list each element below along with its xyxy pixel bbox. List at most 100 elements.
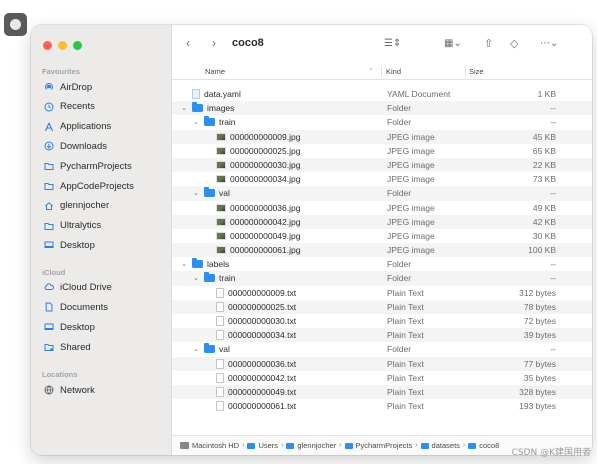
file-name: train bbox=[219, 117, 236, 128]
disclosure-chevron-icon[interactable]: ⌄ bbox=[192, 345, 200, 353]
group-icon[interactable]: ▦⌄ bbox=[444, 38, 462, 49]
sort-chevron-icon[interactable]: ⌃ bbox=[368, 67, 374, 75]
image-thumbnail-icon bbox=[216, 160, 226, 169]
file-row[interactable]: 000000000042.jpg JPEG image 42 KB bbox=[172, 214, 592, 229]
close-window-button[interactable] bbox=[43, 41, 52, 50]
sidebar-item-desktop[interactable]: Desktop bbox=[44, 320, 95, 334]
folder-icon bbox=[192, 258, 203, 269]
file-row[interactable]: 000000000042.txt Plain Text 35 bytes bbox=[172, 371, 592, 385]
sidebar-item-desktop[interactable]: Desktop bbox=[44, 238, 95, 252]
folder-row[interactable]: ⌄ images Folder -- bbox=[172, 101, 592, 116]
folder-row[interactable]: ⌄ train Folder -- bbox=[172, 115, 592, 129]
row-name-cell: data.yaml bbox=[180, 89, 241, 99]
file-kind: Plain Text bbox=[387, 316, 424, 326]
sidebar-item-shared[interactable]: Shared bbox=[44, 340, 91, 354]
image-thumbnail-icon bbox=[216, 146, 226, 155]
file-kind: Plain Text bbox=[387, 330, 424, 341]
hard-drive-icon bbox=[180, 442, 189, 449]
file-list: data.yaml YAML Document 1 KB ⌄ images Folder -… bbox=[172, 87, 592, 413]
tag-icon[interactable]: ◇ bbox=[510, 37, 518, 50]
folder-icon bbox=[44, 161, 54, 171]
sidebar-item-documents[interactable]: Documents bbox=[44, 300, 108, 314]
list-view-icon[interactable]: ☰⇕ bbox=[384, 38, 401, 49]
disclosure-chevron-icon[interactable]: ⌄ bbox=[192, 274, 200, 282]
path-segment[interactable]: PycharmProjects bbox=[356, 441, 413, 450]
sidebar-item-label: Ultralytics bbox=[60, 220, 102, 232]
sidebar-item-network[interactable]: Network bbox=[44, 383, 95, 397]
file-kind: Folder bbox=[387, 273, 412, 284]
file-size: -- bbox=[550, 259, 556, 270]
file-size: 35 bytes bbox=[523, 372, 556, 383]
file-kind: Folder bbox=[387, 103, 412, 114]
file-size: -- bbox=[550, 344, 556, 355]
row-name-cell: 000000000009.jpg bbox=[204, 132, 300, 142]
path-segment[interactable]: datasets bbox=[432, 441, 460, 450]
file-row[interactable]: 000000000049.txt Plain Text 328 bytes bbox=[172, 384, 592, 400]
sidebar-item-label: Shared bbox=[60, 341, 91, 353]
file-row[interactable]: 000000000061.jpg JPEG image 100 KB bbox=[172, 243, 592, 258]
file-row[interactable]: 000000000034.txt Plain Text 39 bytes bbox=[172, 328, 592, 343]
file-row[interactable]: 000000000030.jpg JPEG image 22 KB bbox=[172, 157, 592, 173]
file-row[interactable]: 000000000049.jpg JPEG image 30 KB bbox=[172, 229, 592, 243]
file-name: 000000000025.jpg bbox=[230, 145, 301, 156]
forward-icon[interactable]: › bbox=[212, 36, 216, 50]
file-name: 000000000049.jpg bbox=[230, 230, 301, 241]
file-row[interactable]: 000000000061.txt Plain Text 193 bytes bbox=[172, 399, 592, 413]
disclosure-chevron-icon[interactable]: ⌄ bbox=[180, 260, 188, 268]
column-size[interactable]: Size bbox=[469, 67, 484, 76]
path-segment[interactable]: coco8 bbox=[479, 441, 499, 450]
sidebar-item-downloads[interactable]: Downloads bbox=[44, 139, 107, 153]
clock-icon bbox=[44, 102, 54, 112]
file-name: val bbox=[219, 344, 230, 355]
folder-row[interactable]: ⌄ labels Folder -- bbox=[172, 257, 592, 271]
sidebar-item-airdrop[interactable]: AirDrop bbox=[44, 80, 92, 94]
path-separator-icon: › bbox=[242, 442, 245, 449]
airdrop-icon bbox=[44, 82, 54, 92]
app-badge-icon[interactable] bbox=[4, 13, 27, 36]
disclosure-chevron-icon[interactable]: ⌄ bbox=[192, 118, 200, 126]
file-row[interactable]: 000000000030.txt Plain Text 72 bytes bbox=[172, 314, 592, 328]
column-kind[interactable]: Kind bbox=[386, 67, 401, 76]
sidebar-item-appcodeprojects[interactable]: AppCodeProjects bbox=[44, 179, 134, 193]
sidebar-item-icloud-drive[interactable]: iCloud Drive bbox=[44, 280, 112, 294]
sidebar-item-ultralytics[interactable]: Ultralytics bbox=[44, 219, 101, 233]
file-row[interactable]: 000000000036.jpg JPEG image 49 KB bbox=[172, 201, 592, 215]
file-name: 000000000049.txt bbox=[228, 386, 297, 397]
file-row[interactable]: 000000000009.txt Plain Text 312 bytes bbox=[172, 286, 592, 300]
share-icon[interactable]: ⇧ bbox=[484, 37, 493, 50]
path-segment[interactable]: Users bbox=[258, 441, 278, 450]
file-row[interactable]: 000000000034.jpg JPEG image 73 KB bbox=[172, 172, 592, 186]
sidebar-item-applications[interactable]: Applications bbox=[44, 120, 111, 134]
file-row[interactable]: 000000000009.jpg JPEG image 45 KB bbox=[172, 129, 592, 144]
row-name-cell: 000000000009.txt bbox=[204, 287, 297, 298]
file-size: 328 bytes bbox=[519, 386, 556, 397]
file-row[interactable]: 000000000025.jpg JPEG image 65 KB bbox=[172, 144, 592, 158]
disclosure-chevron-icon[interactable]: ⌄ bbox=[180, 104, 188, 112]
text-file-icon bbox=[216, 287, 224, 298]
sidebar-item-label: iCloud Drive bbox=[60, 281, 112, 293]
file-name: 000000000009.txt bbox=[228, 287, 297, 298]
sidebar-item-label: Documents bbox=[60, 301, 109, 313]
sidebar-item-pycharmprojects[interactable]: PycharmProjects bbox=[44, 159, 132, 173]
more-actions-icon[interactable]: ⋯⌄ bbox=[540, 38, 558, 49]
back-icon[interactable]: ‹ bbox=[186, 36, 190, 50]
folder-row[interactable]: ⌄ val Folder -- bbox=[172, 186, 592, 201]
zoom-window-button[interactable] bbox=[73, 41, 82, 50]
file-size: -- bbox=[550, 117, 556, 128]
folder-row[interactable]: ⌄ train Folder -- bbox=[172, 271, 592, 286]
path-separator-icon: › bbox=[462, 442, 466, 449]
sidebar-item-recents[interactable]: Recents bbox=[44, 100, 95, 114]
file-size: 193 bytes bbox=[519, 401, 556, 412]
file-row[interactable]: data.yaml YAML Document 1 KB bbox=[172, 87, 592, 101]
sidebar-item-glennjocher[interactable]: glennjocher bbox=[44, 199, 109, 213]
path-segment[interactable]: glennjocher bbox=[297, 441, 336, 450]
column-name[interactable]: Name bbox=[205, 67, 225, 76]
file-kind: JPEG image bbox=[387, 216, 435, 227]
file-row[interactable]: 000000000025.txt Plain Text 78 bytes bbox=[172, 299, 592, 314]
minimize-window-button[interactable] bbox=[58, 41, 67, 50]
path-segment[interactable]: Macintosh HD bbox=[192, 441, 239, 450]
file-kind: Folder bbox=[387, 188, 412, 199]
folder-row[interactable]: ⌄ val Folder -- bbox=[172, 342, 592, 356]
file-row[interactable]: 000000000036.txt Plain Text 77 bytes bbox=[172, 356, 592, 371]
disclosure-chevron-icon[interactable]: ⌄ bbox=[192, 189, 200, 197]
